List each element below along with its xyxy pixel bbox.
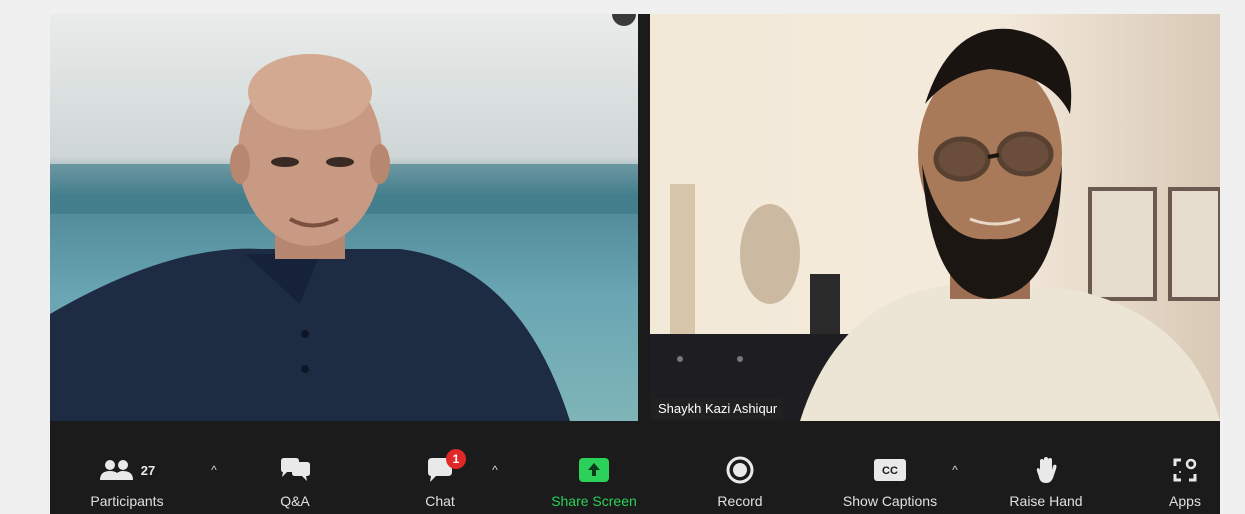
chat-options-caret[interactable]: ^ xyxy=(488,463,502,477)
cc-icon: CC xyxy=(874,459,906,481)
video-tile-right[interactable]: Shaykh Kazi Ashiqur xyxy=(650,14,1220,421)
participant-video-left xyxy=(50,14,638,421)
chat-button[interactable]: 1 Chat xyxy=(405,449,475,514)
raise-hand-button[interactable]: Raise Hand xyxy=(986,455,1106,514)
share-screen-label: Share Screen xyxy=(551,493,637,509)
apps-label: Apps xyxy=(1169,493,1201,509)
share-screen-button[interactable]: Share Screen xyxy=(534,455,654,514)
participant-count: 27 xyxy=(140,462,156,478)
video-tile-left[interactable] xyxy=(50,14,638,421)
record-button[interactable]: Record xyxy=(700,455,780,514)
chat-label: Chat xyxy=(425,493,455,509)
hand-icon xyxy=(1036,457,1057,483)
participants-options-caret[interactable]: ^ xyxy=(207,463,221,477)
qa-icon xyxy=(281,458,310,481)
qa-label: Q&A xyxy=(280,493,310,509)
qa-button[interactable]: Q&A xyxy=(255,455,335,514)
participants-label: Participants xyxy=(90,493,164,509)
tile-divider xyxy=(638,14,650,421)
record-icon xyxy=(726,456,754,484)
participants-icon xyxy=(99,460,133,480)
captions-options-caret[interactable]: ^ xyxy=(948,463,962,477)
raise-hand-label: Raise Hand xyxy=(1009,493,1083,509)
chat-unread-badge: 1 xyxy=(446,449,466,469)
apps-icon xyxy=(1173,458,1197,482)
show-captions-label: Show Captions xyxy=(842,493,938,509)
meeting-window: Shaykh Kazi Ashiqur 27 Participants ^ Q&… xyxy=(50,14,1220,514)
record-label: Record xyxy=(717,493,763,509)
meeting-toolbar: 27 Participants ^ Q&A 1 Chat ^ Share Scr… xyxy=(50,421,1220,514)
cc-icon-text: CC xyxy=(882,465,898,477)
apps-button[interactable]: Apps xyxy=(1150,455,1220,514)
participants-button[interactable]: 27 Participants xyxy=(72,455,182,514)
participant-video-right xyxy=(650,14,1220,421)
participant-name-tag: Shaykh Kazi Ashiqur xyxy=(652,398,784,419)
share-screen-icon xyxy=(579,458,609,482)
show-captions-button[interactable]: CC Show Captions xyxy=(820,455,960,514)
